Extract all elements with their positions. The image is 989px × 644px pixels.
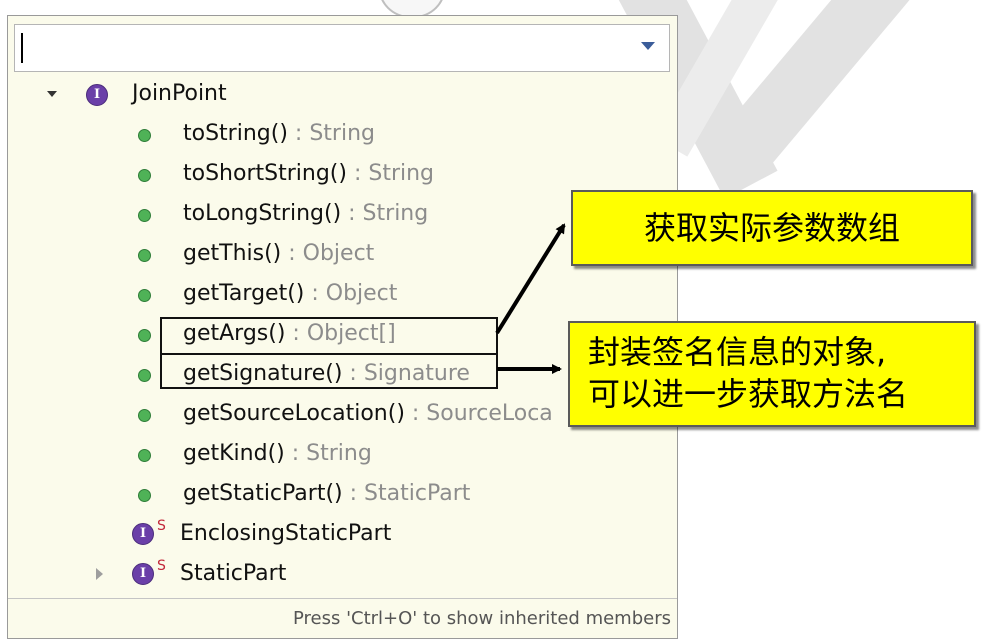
callout-args: 获取实际参数数组 <box>571 190 973 266</box>
callout-signature: 封装签名信息的对象, 可以进一步获取方法名 <box>568 321 976 427</box>
arrow-to-args-callout <box>495 223 566 335</box>
